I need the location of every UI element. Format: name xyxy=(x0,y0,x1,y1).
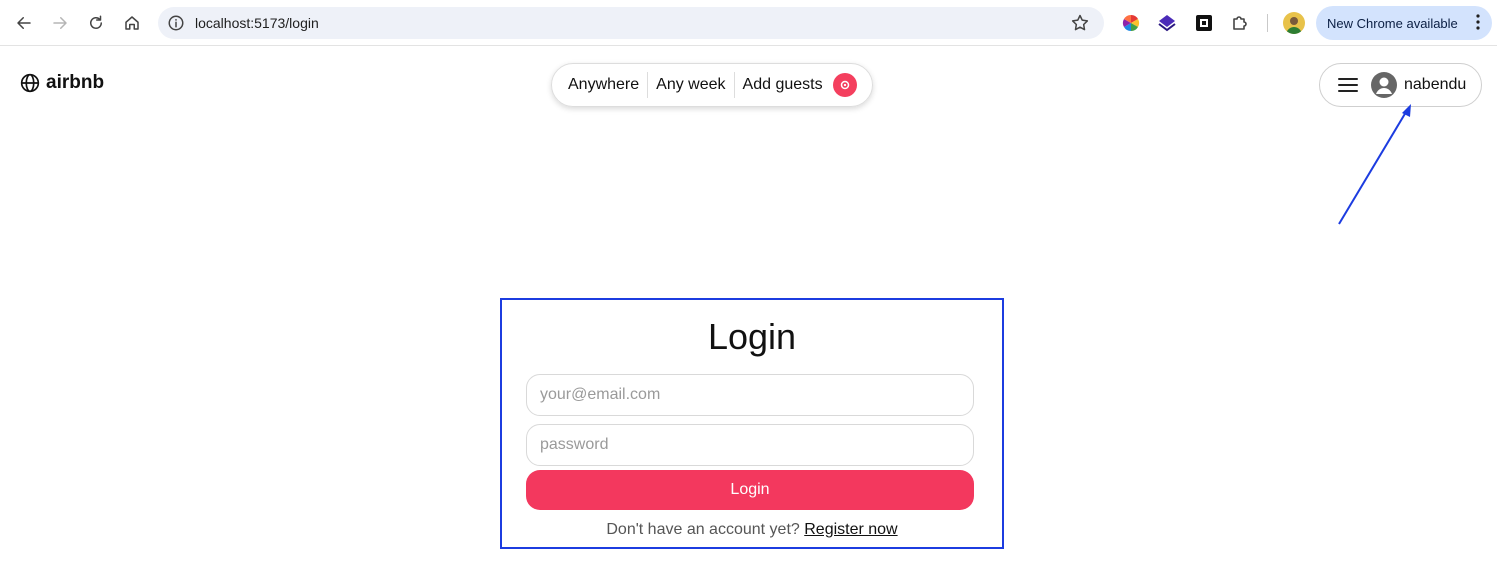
toolbar-divider xyxy=(1267,14,1268,32)
login-button[interactable]: Login xyxy=(526,470,974,510)
register-prompt-row: Don't have an account yet? Register now xyxy=(502,521,1002,539)
search-who[interactable]: Add guests xyxy=(735,76,831,94)
back-icon[interactable] xyxy=(12,11,36,35)
search-icon xyxy=(840,80,849,90)
login-form: Login Login Don't have an account yet? R… xyxy=(500,298,1004,549)
chrome-update-button[interactable]: New Chrome available xyxy=(1316,6,1492,40)
bookmark-star-icon[interactable] xyxy=(1070,13,1090,33)
profile-avatar[interactable] xyxy=(1283,12,1305,34)
chrome-update-label: New Chrome available xyxy=(1327,15,1458,31)
globe-icon xyxy=(20,73,40,93)
address-bar[interactable]: localhost:5173/login xyxy=(158,7,1104,39)
color-wheel-extension-icon[interactable] xyxy=(1121,13,1141,33)
home-icon[interactable] xyxy=(120,11,144,35)
user-avatar-icon xyxy=(1371,72,1397,98)
email-field[interactable] xyxy=(526,374,974,416)
user-name: nabendu xyxy=(1404,76,1467,93)
more-vert-icon[interactable] xyxy=(1476,14,1480,30)
brand-logo[interactable]: airbnb xyxy=(20,72,104,94)
browser-toolbar: localhost:5173/login New Chrome availabl… xyxy=(0,0,1497,46)
layers-extension-icon[interactable] xyxy=(1157,13,1177,33)
site-info-icon[interactable] xyxy=(167,14,185,32)
user-menu-button[interactable]: nabendu xyxy=(1319,63,1482,107)
register-link[interactable]: Register now xyxy=(804,521,897,538)
search-bar[interactable]: Anywhere Any week Add guests xyxy=(551,63,873,107)
brand-name: airbnb xyxy=(46,72,105,93)
register-prompt: Don't have an account yet? xyxy=(606,521,800,538)
hamburger-menu-icon xyxy=(1338,78,1358,92)
login-title: Login xyxy=(707,316,797,357)
password-field[interactable] xyxy=(526,424,974,466)
search-when[interactable]: Any week xyxy=(648,76,733,94)
reload-icon[interactable] xyxy=(84,11,108,35)
screenshot-extension-icon[interactable] xyxy=(1194,13,1214,33)
search-where[interactable]: Anywhere xyxy=(568,76,647,94)
forward-icon[interactable] xyxy=(48,11,72,35)
extensions-puzzle-icon[interactable] xyxy=(1230,13,1250,33)
search-button[interactable] xyxy=(832,73,857,97)
url-text[interactable]: localhost:5173/login xyxy=(195,15,319,31)
